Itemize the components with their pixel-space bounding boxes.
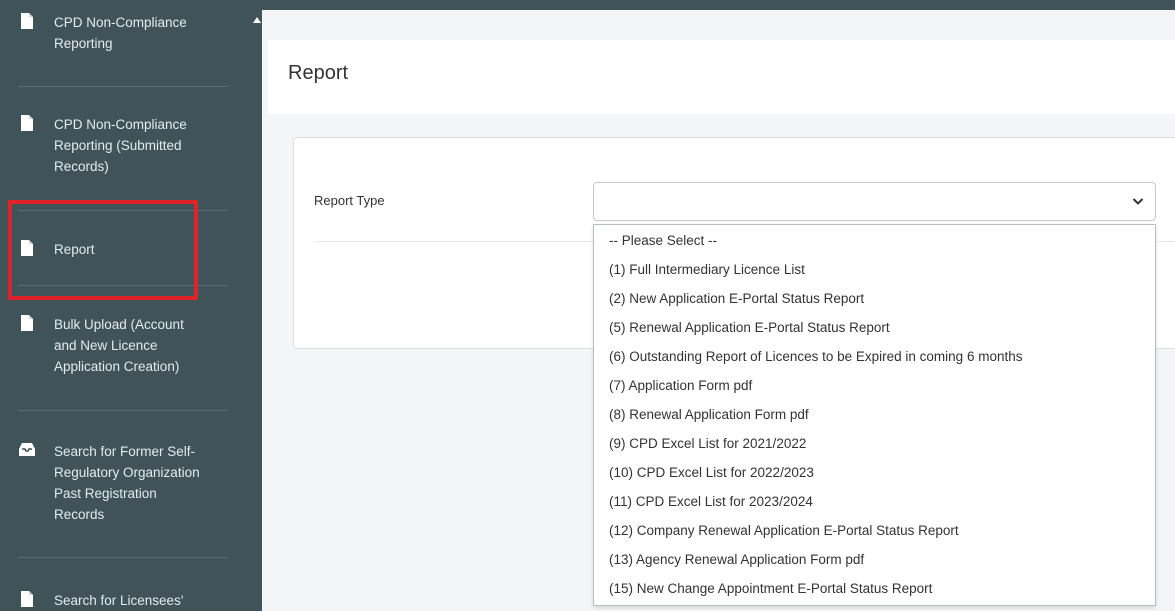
top-bar — [262, 0, 1175, 10]
dropdown-option[interactable]: (8) Renewal Application Form pdf — [609, 407, 809, 422]
dropdown-option[interactable]: (1) Full Intermediary Licence List — [609, 262, 805, 277]
file-icon — [18, 314, 36, 332]
sidebar-item-cpd-non-compliance-submitted[interactable]: CPD Non-Compliance Reporting (Submitted … — [18, 114, 230, 180]
dropdown-option[interactable]: (2) New Application E-Portal Status Repo… — [609, 291, 864, 306]
sidebar-item-label: Search for Licensees' — [54, 593, 184, 608]
highlight-box — [8, 200, 198, 300]
report-type-dropdown: -- Please Select -- (1) Full Intermediar… — [593, 224, 1156, 606]
sidebar-item-bulk-upload[interactable]: Bulk Upload (Account and New Licence App… — [18, 314, 230, 380]
dropdown-option[interactable]: (5) Renewal Application E-Portal Status … — [609, 320, 890, 335]
file-icon — [18, 590, 36, 608]
dropdown-option[interactable]: (11) CPD Excel List for 2023/2024 — [609, 494, 813, 509]
sidebar-item-search-former-sro[interactable]: Search for Former Self- Regulatory Organ… — [18, 441, 230, 529]
dropdown-option[interactable]: (9) CPD Excel List for 2021/2022 — [609, 436, 806, 451]
sidebar-item-search-licensees[interactable]: Search for Licensees' — [18, 590, 230, 611]
sidebar-item-label: CPD Non-Compliance Reporting — [54, 15, 187, 51]
inbox-icon — [18, 441, 36, 459]
sidebar-divider — [18, 557, 228, 558]
sidebar: CPD Non-Compliance Reporting CPD Non-Com… — [0, 0, 262, 611]
dropdown-option[interactable]: (7) Application Form pdf — [609, 378, 752, 393]
sidebar-scrollbar[interactable] — [250, 0, 262, 611]
sidebar-item-cpd-non-compliance-reporting[interactable]: CPD Non-Compliance Reporting — [18, 12, 230, 62]
dropdown-option[interactable]: (10) CPD Excel List for 2022/2023 — [609, 465, 814, 480]
scroll-up-arrow-icon[interactable] — [253, 17, 261, 23]
page-header — [268, 40, 1175, 114]
dropdown-option[interactable]: (15) New Change Appointment E-Portal Sta… — [609, 581, 932, 596]
sidebar-item-label: Bulk Upload (Account and New Licence App… — [54, 317, 184, 374]
report-type-label: Report Type — [314, 193, 385, 208]
dropdown-option[interactable]: (6) Outstanding Report of Licences to be… — [609, 349, 1022, 364]
report-type-select[interactable] — [593, 182, 1156, 221]
sidebar-item-label: CPD Non-Compliance Reporting (Submitted … — [54, 117, 187, 174]
sidebar-item-label: Search for Former Self- Regulatory Organ… — [54, 444, 200, 522]
sidebar-divider — [18, 86, 228, 87]
dropdown-option[interactable]: -- Please Select -- — [609, 233, 717, 248]
page-title: Report — [288, 62, 349, 84]
chevron-down-icon — [1131, 194, 1145, 208]
dropdown-option[interactable]: (13) Agency Renewal Application Form pdf — [609, 552, 864, 567]
sidebar-divider — [18, 410, 228, 411]
dropdown-option[interactable]: (12) Company Renewal Application E-Porta… — [609, 523, 959, 538]
file-icon — [18, 114, 36, 132]
file-icon — [18, 12, 36, 30]
